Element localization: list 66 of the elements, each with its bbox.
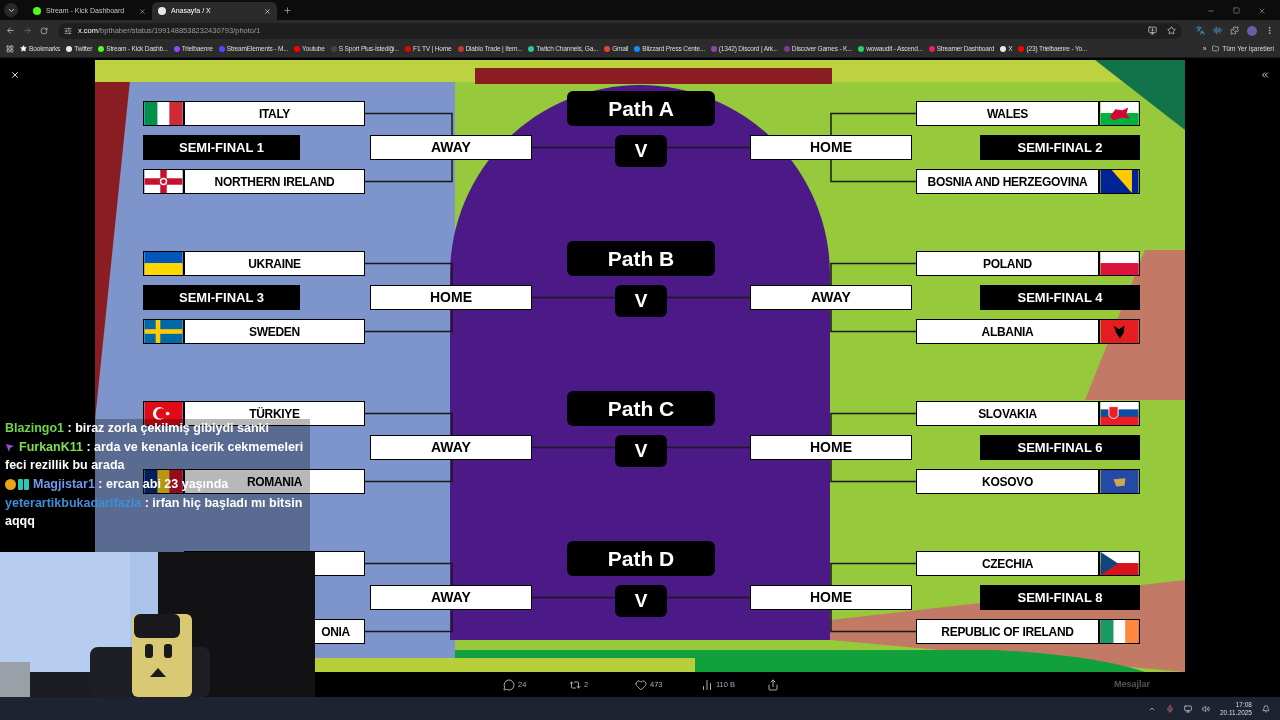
team-name-box: CZECHIA xyxy=(916,551,1099,576)
close-icon xyxy=(264,7,271,15)
collapse-button[interactable] xyxy=(1260,70,1270,80)
team-name-box: ITALY xyxy=(184,101,365,126)
venue-box: HOME xyxy=(750,435,912,460)
team-name-box: SLOVAKIA xyxy=(916,401,1099,426)
venue-box: AWAY xyxy=(370,135,532,160)
audio-icon xyxy=(1213,26,1222,35)
menu-icon xyxy=(1265,26,1274,35)
back-icon xyxy=(6,26,15,35)
close-button[interactable] xyxy=(10,70,20,80)
network-icon xyxy=(1183,704,1192,713)
team-name-box: UKRAINE xyxy=(184,251,365,276)
path-title: Path D xyxy=(567,541,715,576)
apps-icon xyxy=(6,45,14,53)
translate-icon xyxy=(1196,26,1205,35)
star-icon xyxy=(20,45,27,53)
site-info-icon xyxy=(64,26,72,35)
path-title: Path C xyxy=(567,391,715,426)
close-icon xyxy=(1258,7,1266,15)
venue-box: AWAY xyxy=(750,285,912,310)
maximize-icon xyxy=(1233,7,1240,14)
venue-box: HOME xyxy=(750,135,912,160)
team-name-box: NORTHERN IRELAND xyxy=(184,169,365,194)
profile-avatar[interactable] xyxy=(1247,25,1257,36)
team-name-box: SWEDEN xyxy=(184,319,365,344)
notification-icon xyxy=(1262,704,1270,713)
team-name-box: REPUBLIC OF IRELAND xyxy=(916,619,1099,644)
venue-box: HOME xyxy=(370,285,532,310)
versus-label: V xyxy=(615,135,667,167)
new-tab-icon xyxy=(283,6,292,15)
team-name-box: KOSOVO xyxy=(916,469,1099,494)
versus-label: V xyxy=(615,435,667,467)
team-name-box: POLAND xyxy=(916,251,1099,276)
microphone-icon xyxy=(1165,704,1174,713)
semi-final-label: SEMI-FINAL 6 xyxy=(980,435,1140,460)
path-title: Path A xyxy=(567,91,715,126)
venue-box: AWAY xyxy=(370,435,532,460)
versus-label: V xyxy=(615,285,667,317)
reload-icon xyxy=(40,26,48,35)
install-icon xyxy=(1148,26,1157,35)
minimize-icon xyxy=(1207,7,1215,15)
semi-final-label: SEMI-FINAL 3 xyxy=(143,285,300,310)
venue-box: AWAY xyxy=(370,585,532,610)
semi-final-label: SEMI-FINAL 4 xyxy=(980,285,1140,310)
bar-chart-icon xyxy=(701,678,713,691)
path-title: Path B xyxy=(567,241,715,276)
heart-icon xyxy=(635,678,647,691)
folder-icon xyxy=(1212,45,1220,53)
reply-icon xyxy=(503,678,515,691)
team-name-box: BOSNIA AND HERZEGOVINA xyxy=(916,169,1099,194)
bookmark-star-icon xyxy=(1167,26,1176,35)
team-name-box: WALES xyxy=(916,101,1099,126)
extensions-icon xyxy=(1230,26,1239,35)
semi-final-label: SEMI-FINAL 2 xyxy=(980,135,1140,160)
tab-list-button[interactable] xyxy=(4,3,18,17)
versus-label: V xyxy=(615,585,667,617)
semi-final-label: SEMI-FINAL 1 xyxy=(143,135,300,160)
volume-icon xyxy=(1201,704,1210,713)
forward-icon xyxy=(23,26,32,35)
share-icon xyxy=(767,678,779,691)
repost-icon xyxy=(569,678,581,691)
semi-final-label: SEMI-FINAL 8 xyxy=(980,585,1140,610)
team-name-box: ALBANIA xyxy=(916,319,1099,344)
venue-box: HOME xyxy=(750,585,912,610)
close-icon xyxy=(139,7,146,15)
